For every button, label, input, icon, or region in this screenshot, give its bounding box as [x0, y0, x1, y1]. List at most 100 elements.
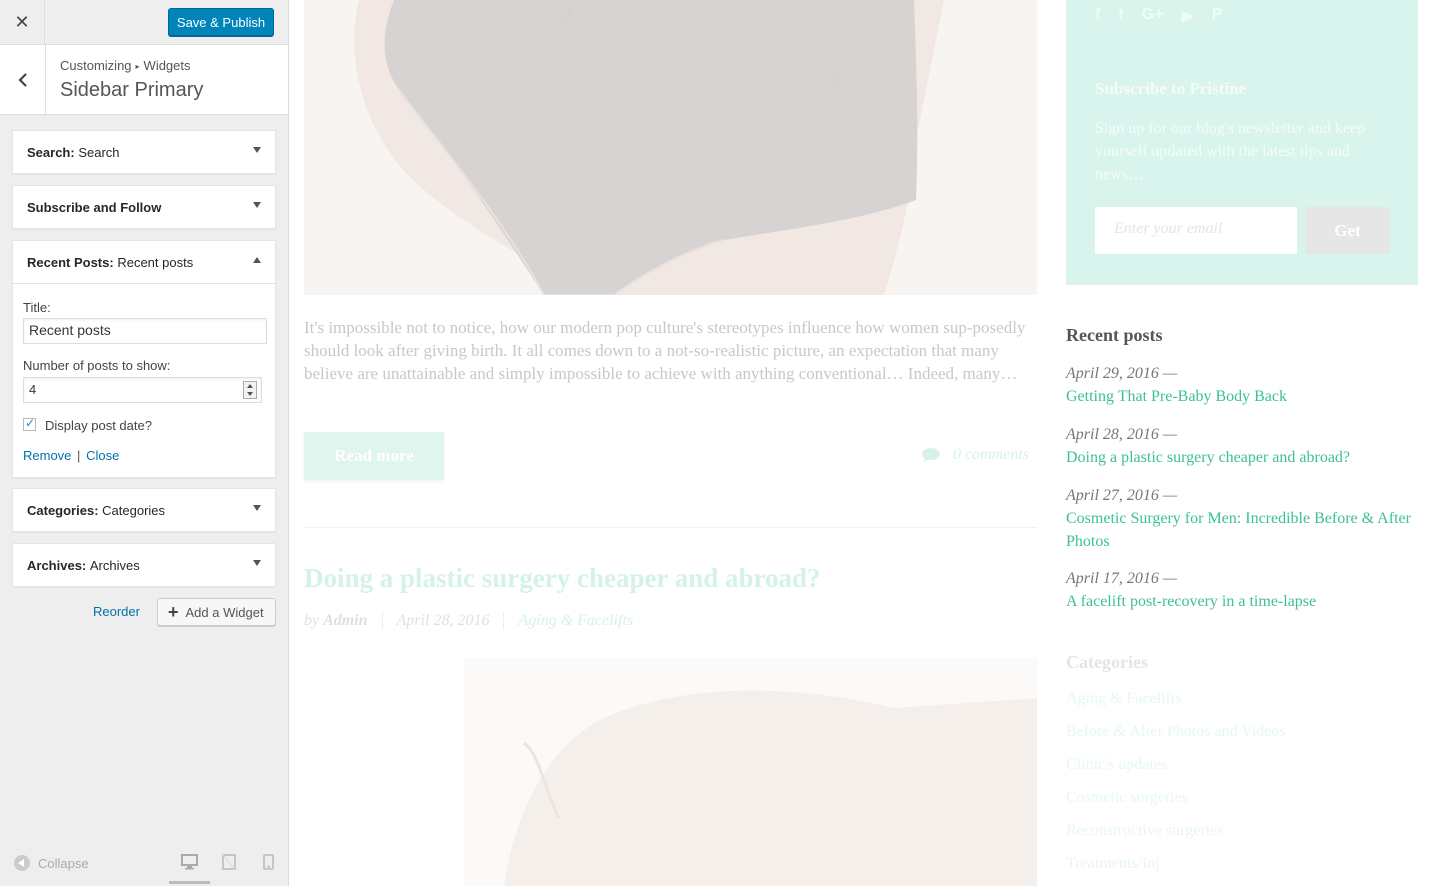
remove-link[interactable]: Remove: [23, 448, 71, 463]
collapse-label: Collapse: [38, 855, 89, 871]
widget-archives[interactable]: Archives: Archives: [12, 543, 276, 587]
twitter-icon[interactable]: t: [1118, 6, 1123, 26]
widget-header[interactable]: Archives: Archives: [13, 544, 275, 586]
actions-separator: |: [77, 448, 81, 463]
expand-arrow-icon[interactable]: [253, 505, 261, 511]
category-link[interactable]: Reconstructive surgeries: [1066, 822, 1223, 840]
category-link[interactable]: Treatments/Inj: [1066, 855, 1160, 873]
recent-post-link[interactable]: Doing a plastic surgery cheaper and abro…: [1066, 446, 1418, 469]
collapse-arrow-icon[interactable]: [253, 257, 261, 263]
post-author[interactable]: Admin: [323, 612, 367, 630]
post-category[interactable]: Aging & Facelifts: [518, 612, 633, 630]
section-title: Sidebar Primary: [60, 79, 204, 101]
recent-post-link[interactable]: Cosmetic Surgery for Men: Incredible Bef…: [1066, 507, 1418, 553]
title-input[interactable]: Recent posts: [23, 318, 267, 344]
subscribe-button[interactable]: Get: [1305, 207, 1390, 254]
email-input[interactable]: Enter your email: [1095, 207, 1297, 254]
widget-actions: Remove | Close: [23, 448, 119, 463]
social-icons: f t G+ ▶ P: [1095, 6, 1222, 26]
post-featured-image: [304, 0, 1037, 295]
subscribe-title: Subscribe to Pristine: [1095, 79, 1247, 98]
recent-posts-title: Recent posts: [1066, 325, 1163, 345]
widget-header[interactable]: Categories: Categories: [13, 489, 275, 531]
back-button[interactable]: [0, 45, 46, 114]
pinterest-icon[interactable]: P: [1212, 6, 1223, 26]
youtube-icon[interactable]: ▶: [1181, 6, 1193, 26]
post-meta: by Admin April 28, 2016 Aging & Facelift…: [304, 612, 633, 630]
reorder-link[interactable]: Reorder: [93, 604, 140, 619]
add-widget-label: Add a Widget: [185, 604, 264, 620]
tablet-icon[interactable]: [222, 854, 236, 870]
post-divider: [304, 527, 1037, 528]
widget-categories[interactable]: Categories: Categories: [12, 488, 276, 532]
widget-type: Search:: [27, 144, 75, 160]
comments-link[interactable]: 0 comments: [921, 446, 1029, 464]
expand-arrow-icon[interactable]: [253, 147, 261, 153]
collapse-arrow-icon: [14, 855, 30, 871]
category-link[interactable]: Clinic's updates: [1066, 756, 1167, 774]
facebook-icon[interactable]: f: [1095, 6, 1100, 26]
featured-image-graphic: [304, 0, 1037, 295]
add-widget-button[interactable]: + Add a Widget: [157, 598, 276, 626]
desktop-icon[interactable]: [181, 854, 198, 870]
breadcrumb-root: Customizing: [60, 58, 132, 73]
comment-icon: [922, 448, 940, 462]
widget-recent-posts[interactable]: Recent Posts: Recent posts Title: Recent…: [12, 240, 276, 478]
breadcrumb: Customizing ▸ Widgets: [60, 58, 191, 73]
comments-count: 0 comments: [953, 446, 1029, 463]
widget-title: Search: [78, 144, 120, 160]
category-link[interactable]: Cosmetic surgeries: [1066, 789, 1188, 807]
save-publish-button[interactable]: Save & Publish: [168, 8, 274, 36]
section-title-bar: Customizing ▸ Widgets Sidebar Primary: [0, 45, 288, 115]
count-label: Number of posts to show:: [23, 358, 171, 373]
site-preview: It's impossible not to notice, how our m…: [289, 0, 1433, 886]
widget-header[interactable]: Recent Posts: Recent posts: [13, 241, 275, 283]
category-link[interactable]: Aging & Facelifts: [1066, 690, 1182, 708]
subscribe-widget: f t G+ ▶ P Subscribe to Pristine Sign up…: [1066, 0, 1418, 285]
close-icon[interactable]: ✕: [0, 0, 45, 44]
featured-image-graphic: [464, 658, 1037, 886]
recent-post-item: April 17, 2016 — A facelift post-recover…: [1066, 568, 1418, 613]
post-title[interactable]: Doing a plastic surgery cheaper and abro…: [304, 563, 821, 594]
post-excerpt: It's impossible not to notice, how our m…: [304, 318, 1026, 383]
google-plus-icon[interactable]: G+: [1142, 6, 1164, 26]
widget-subscribe[interactable]: Subscribe and Follow: [12, 185, 276, 229]
customizer-header: ✕ Save & Publish: [0, 0, 288, 45]
device-active-indicator: [169, 881, 210, 884]
widget-title: Categories: [102, 502, 166, 518]
title-label: Title:: [23, 300, 51, 315]
recent-post-item: April 28, 2016 — Doing a plastic surgery…: [1066, 424, 1418, 469]
spinner-icon[interactable]: [243, 381, 257, 399]
display-date-checkbox[interactable]: [23, 416, 36, 431]
expand-arrow-icon[interactable]: [253, 560, 261, 566]
recent-post-link[interactable]: A facelift post-recovery in a time-lapse: [1066, 590, 1418, 613]
by-label: by: [304, 612, 320, 629]
widget-header[interactable]: Search: Search: [13, 131, 275, 173]
widget-title: Archives: [89, 557, 140, 573]
customizer-panel: ✕ Save & Publish Customizing ▸ Widgets Sid…: [0, 0, 289, 886]
close-link[interactable]: Close: [86, 448, 119, 463]
meta-separator: [381, 612, 383, 630]
categories-title: Categories: [1066, 652, 1148, 672]
widget-form: Title: Recent posts Number of posts to s…: [13, 283, 275, 477]
widget-type: Recent Posts:: [27, 254, 114, 270]
widget-header[interactable]: Subscribe and Follow: [13, 186, 275, 228]
plus-icon: +: [168, 602, 179, 622]
mobile-icon[interactable]: [263, 854, 274, 870]
expand-arrow-icon[interactable]: [253, 202, 261, 208]
subscribe-text: Sign up for our blog's newsletter and ke…: [1095, 120, 1365, 183]
count-input[interactable]: 4: [23, 377, 262, 403]
category-link[interactable]: Before & After Photos and Videos: [1066, 723, 1286, 741]
collapse-button[interactable]: Collapse: [14, 855, 89, 871]
recent-post-item: April 29, 2016 — Getting That Pre-Baby B…: [1066, 363, 1418, 408]
recent-post-link[interactable]: Getting That Pre-Baby Body Back: [1066, 385, 1418, 408]
widget-search[interactable]: Search: Search: [12, 130, 276, 174]
display-date-label: Display post date?: [45, 418, 152, 433]
breadcrumb-child: Widgets: [143, 58, 191, 73]
recent-post-date: April 17, 2016 —: [1066, 570, 1178, 587]
widget-type: Archives:: [27, 557, 87, 573]
meta-separator: [503, 612, 505, 630]
read-more-button[interactable]: Read more: [304, 432, 444, 480]
post-date: April 28, 2016: [396, 612, 490, 629]
count-value: 4: [29, 382, 37, 397]
